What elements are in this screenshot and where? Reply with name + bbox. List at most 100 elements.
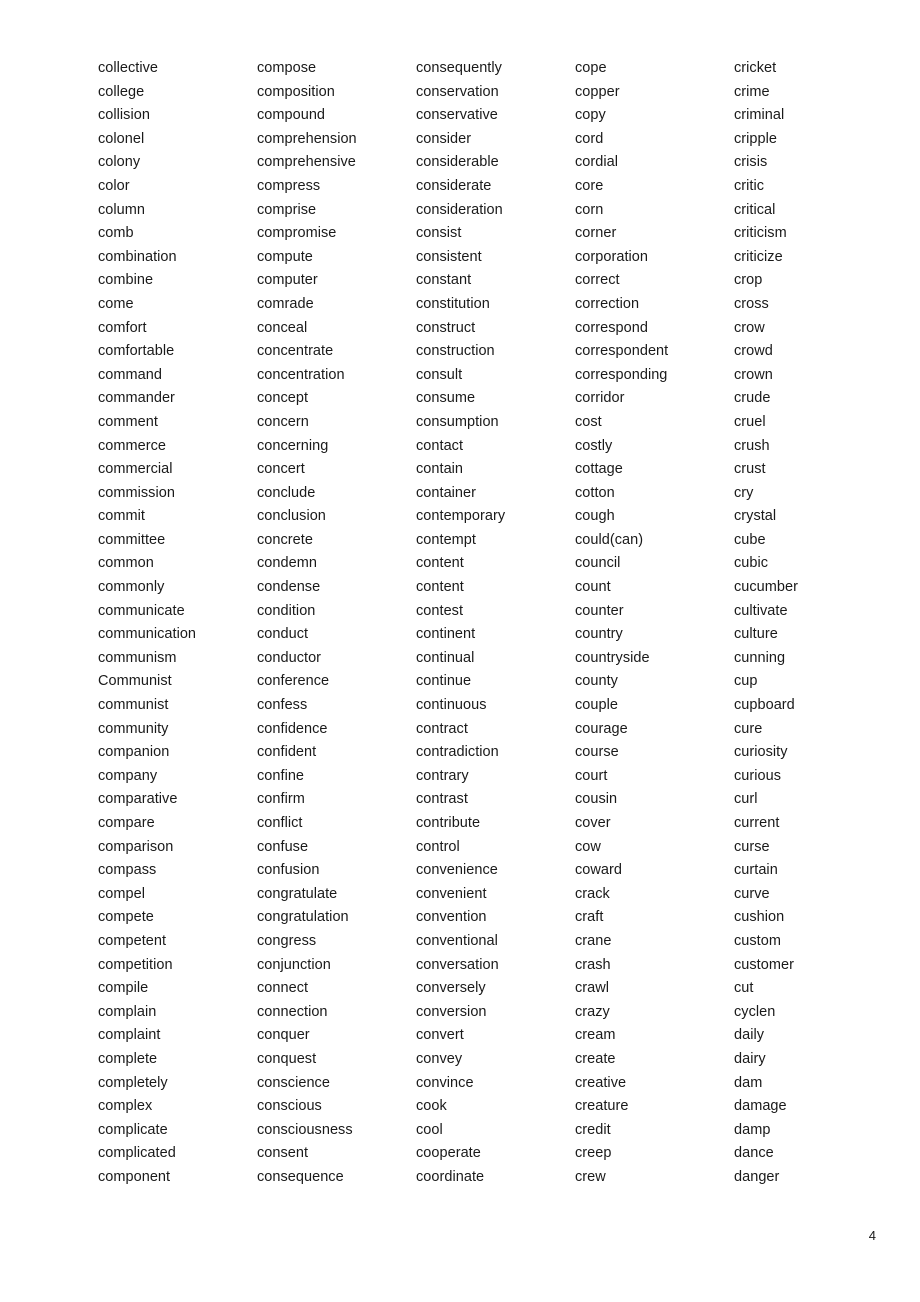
word-entry: conversely bbox=[416, 980, 486, 997]
word-entry: conquest bbox=[257, 1050, 317, 1067]
word-entry: convey bbox=[416, 1050, 463, 1067]
word-entry: curtain bbox=[734, 862, 778, 879]
word-entry: damp bbox=[734, 1121, 771, 1138]
word-entry: construct bbox=[416, 319, 476, 336]
word-entry: damage bbox=[734, 1098, 787, 1115]
word-entry: complete bbox=[98, 1050, 158, 1067]
word-entry: create bbox=[575, 1050, 616, 1067]
word-entry: cruel bbox=[734, 413, 766, 430]
word-entry: company bbox=[98, 767, 158, 784]
word-entry: construction bbox=[416, 343, 495, 360]
word-entry: danger bbox=[734, 1168, 780, 1185]
word-entry: country bbox=[575, 626, 623, 643]
word-entry: creative bbox=[575, 1074, 627, 1091]
word-entry: confident bbox=[257, 744, 317, 761]
word-entry: crash bbox=[575, 956, 611, 973]
word-entry: communism bbox=[98, 649, 177, 666]
word-entry: crime bbox=[734, 83, 770, 100]
word-entry: cucumber bbox=[734, 579, 798, 596]
word-entry: combination bbox=[98, 248, 177, 265]
word-entry: consequence bbox=[257, 1168, 344, 1185]
word-entry: complex bbox=[98, 1098, 153, 1115]
word-entry: cushion bbox=[734, 909, 785, 926]
word-entry: content bbox=[416, 555, 464, 572]
word-entry: compute bbox=[257, 248, 313, 265]
word-entry: cube bbox=[734, 531, 766, 548]
word-entry: continuous bbox=[416, 697, 487, 714]
word-entry: crown bbox=[734, 366, 773, 383]
word-entry: congress bbox=[257, 932, 317, 949]
word-entry: component bbox=[98, 1168, 171, 1185]
word-entry: conquer bbox=[257, 1027, 310, 1044]
word-entry: crawl bbox=[575, 980, 610, 997]
word-entry: commonly bbox=[98, 579, 165, 596]
word-entry: commercial bbox=[98, 461, 173, 478]
word-entry: curious bbox=[734, 767, 782, 784]
word-entry: cousin bbox=[575, 791, 618, 808]
word-entry: cup bbox=[734, 673, 758, 690]
word-entry: corn bbox=[575, 201, 604, 218]
word-entry: dam bbox=[734, 1074, 763, 1091]
word-entry: criminal bbox=[734, 107, 785, 124]
word-entry: confusion bbox=[257, 862, 320, 879]
word-entry: coward bbox=[575, 862, 622, 879]
word-entry: criticism bbox=[734, 225, 787, 242]
word-entry: continent bbox=[416, 626, 476, 643]
word-entry: concentration bbox=[257, 366, 345, 383]
word-entry: combine bbox=[98, 272, 154, 289]
word-entry: critic bbox=[734, 177, 765, 194]
word-column: consequently conservation conservative cons… bbox=[416, 57, 575, 1190]
word-entry: confuse bbox=[257, 838, 309, 855]
word-entry: cure bbox=[734, 720, 763, 737]
word-entry: conduct bbox=[257, 626, 309, 643]
word-entry: comfort bbox=[98, 319, 147, 336]
word-entry: corner bbox=[575, 225, 617, 242]
word-entry: craft bbox=[575, 909, 604, 926]
word-entry: compromise bbox=[257, 225, 337, 242]
word-entry: column bbox=[98, 201, 145, 218]
word-entry: consequently bbox=[416, 60, 502, 76]
word-entry: confirm bbox=[257, 791, 305, 808]
word-entry: crow bbox=[734, 319, 765, 336]
word-entry: could(can) bbox=[575, 531, 644, 548]
word-entry: creature bbox=[575, 1098, 629, 1115]
word-entry: compile bbox=[98, 980, 149, 997]
word-entry: cord bbox=[575, 130, 604, 147]
word-entry: copy bbox=[575, 107, 606, 124]
word-entry: cooperate bbox=[416, 1145, 481, 1162]
word-entry: cream bbox=[575, 1027, 616, 1044]
word-entry: crisis bbox=[734, 154, 768, 171]
word-entry: core bbox=[575, 177, 604, 194]
word-entry: contract bbox=[416, 720, 468, 737]
word-entry: compare bbox=[98, 815, 155, 831]
word-entry: crude bbox=[734, 390, 771, 407]
word-entry: congratulation bbox=[257, 909, 349, 926]
word-entry: count bbox=[575, 579, 611, 596]
word-entry: confess bbox=[257, 697, 308, 714]
word-entry: costly bbox=[575, 437, 613, 454]
word-entry: considerate bbox=[416, 177, 492, 194]
word-list-grid: collective college collision colonel colony c… bbox=[98, 57, 838, 1190]
word-entry: commander bbox=[98, 390, 175, 407]
word-entry: comfortable bbox=[98, 343, 175, 360]
word-entry: cook bbox=[416, 1098, 447, 1115]
word-entry: commerce bbox=[98, 437, 166, 454]
word-entry: corresponding bbox=[575, 366, 668, 383]
word-entry: collective bbox=[98, 60, 159, 76]
word-entry: content bbox=[416, 579, 464, 596]
word-entry: comrade bbox=[257, 295, 314, 312]
word-entry: come bbox=[98, 295, 134, 312]
word-entry: compete bbox=[98, 909, 154, 926]
word-entry: consciousness bbox=[257, 1121, 353, 1138]
word-entry: cope bbox=[575, 60, 607, 76]
word-entry: concert bbox=[257, 461, 305, 478]
word-entry: container bbox=[416, 484, 477, 501]
word-entry: contrary bbox=[416, 767, 469, 784]
word-entry: current bbox=[734, 815, 780, 831]
word-entry: cool bbox=[416, 1121, 443, 1138]
word-entry: companion bbox=[98, 744, 170, 761]
word-entry: complain bbox=[98, 1003, 157, 1020]
word-entry: dairy bbox=[734, 1050, 766, 1067]
word-column: collective college collision colonel colony c… bbox=[98, 57, 257, 1190]
word-entry: commit bbox=[98, 508, 145, 525]
